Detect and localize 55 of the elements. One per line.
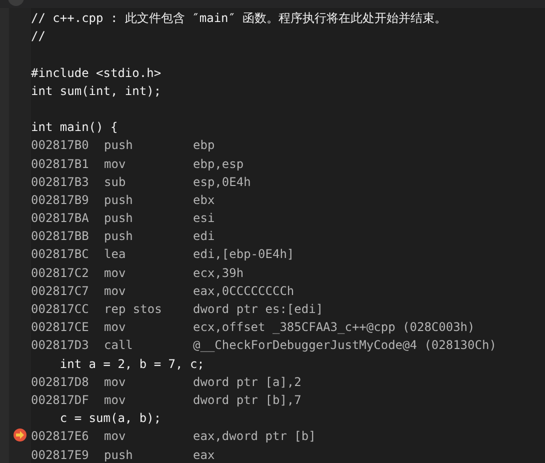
address: 002817DF — [31, 392, 90, 409]
mnemonic: push — [104, 137, 134, 154]
operands: ebp,esp — [193, 156, 244, 172]
operands: dword ptr [b],7 — [193, 392, 302, 409]
mnemonic: push — [104, 210, 134, 228]
address: 002817BC — [31, 246, 90, 264]
mnemonic: mov — [104, 319, 127, 336]
operands: esi — [193, 210, 215, 228]
address: 002817B3 — [31, 174, 90, 191]
source-line: // — [31, 28, 46, 46]
operands: edi — [193, 228, 215, 246]
source-line: #include <stdio.h> — [31, 64, 162, 82]
mnemonic: push — [104, 446, 134, 463]
operands: eax,0CCCCCCCCh — [193, 282, 294, 300]
address: 002817BA — [31, 210, 90, 228]
mnemonic: push — [104, 228, 134, 246]
mnemonic: mov — [104, 264, 127, 282]
mnemonic: mov — [104, 374, 127, 391]
mnemonic: mov — [104, 282, 127, 300]
operands: ecx,39h — [193, 264, 244, 282]
address: 002817BB — [31, 228, 90, 246]
address: 002817B9 — [31, 192, 90, 209]
address: 002817C2 — [31, 264, 90, 282]
address: 002817CC — [31, 301, 90, 318]
operands: dword ptr es:[edi] — [193, 301, 324, 318]
address: 002817D8 — [31, 374, 90, 391]
operands: dword ptr [a],2 — [193, 374, 302, 391]
operands: eax,dword ptr [b] — [193, 428, 316, 446]
mnemonic: mov — [104, 392, 127, 409]
source-line: int a = 2, b = 7, c; — [58, 356, 204, 373]
address: 002817E9 — [31, 446, 90, 463]
mnemonic: sub — [104, 174, 127, 191]
address: 002817CE — [31, 319, 90, 336]
source-line: c = sum(a, b); — [58, 410, 162, 428]
mnemonic: rep stos — [104, 301, 163, 318]
source-line: // c++.cpp : 此文件包含 ″main″ 函数。程序执行将在此处开始并结束。 — [31, 10, 447, 27]
operands: eax — [193, 446, 215, 463]
address: 002817C7 — [31, 282, 90, 300]
source-line: int sum(int, int); — [31, 82, 162, 100]
address: 002817E6 — [31, 428, 90, 446]
mnemonic: mov — [104, 428, 127, 446]
operands: edi,[ebp-0E4h] — [193, 246, 294, 264]
address: 002817B1 — [31, 156, 90, 172]
operands: esp,0E4h — [193, 174, 251, 191]
operands: ebx — [193, 192, 215, 209]
operands: ecx,offset _385CFAA3_c++@cpp (028C003h) — [193, 319, 475, 336]
operands: @__CheckForDebuggerJustMyCode@4 (028130Ch) — [193, 337, 496, 354]
mnemonic: push — [104, 192, 134, 209]
mnemonic: mov — [104, 156, 127, 172]
source-line: int main() { — [31, 119, 118, 136]
mnemonic: lea — [104, 246, 127, 264]
address: 002817B0 — [31, 137, 90, 154]
mnemonic: call — [104, 337, 134, 354]
operands: ebp — [193, 137, 215, 154]
address: 002817D3 — [31, 337, 90, 354]
